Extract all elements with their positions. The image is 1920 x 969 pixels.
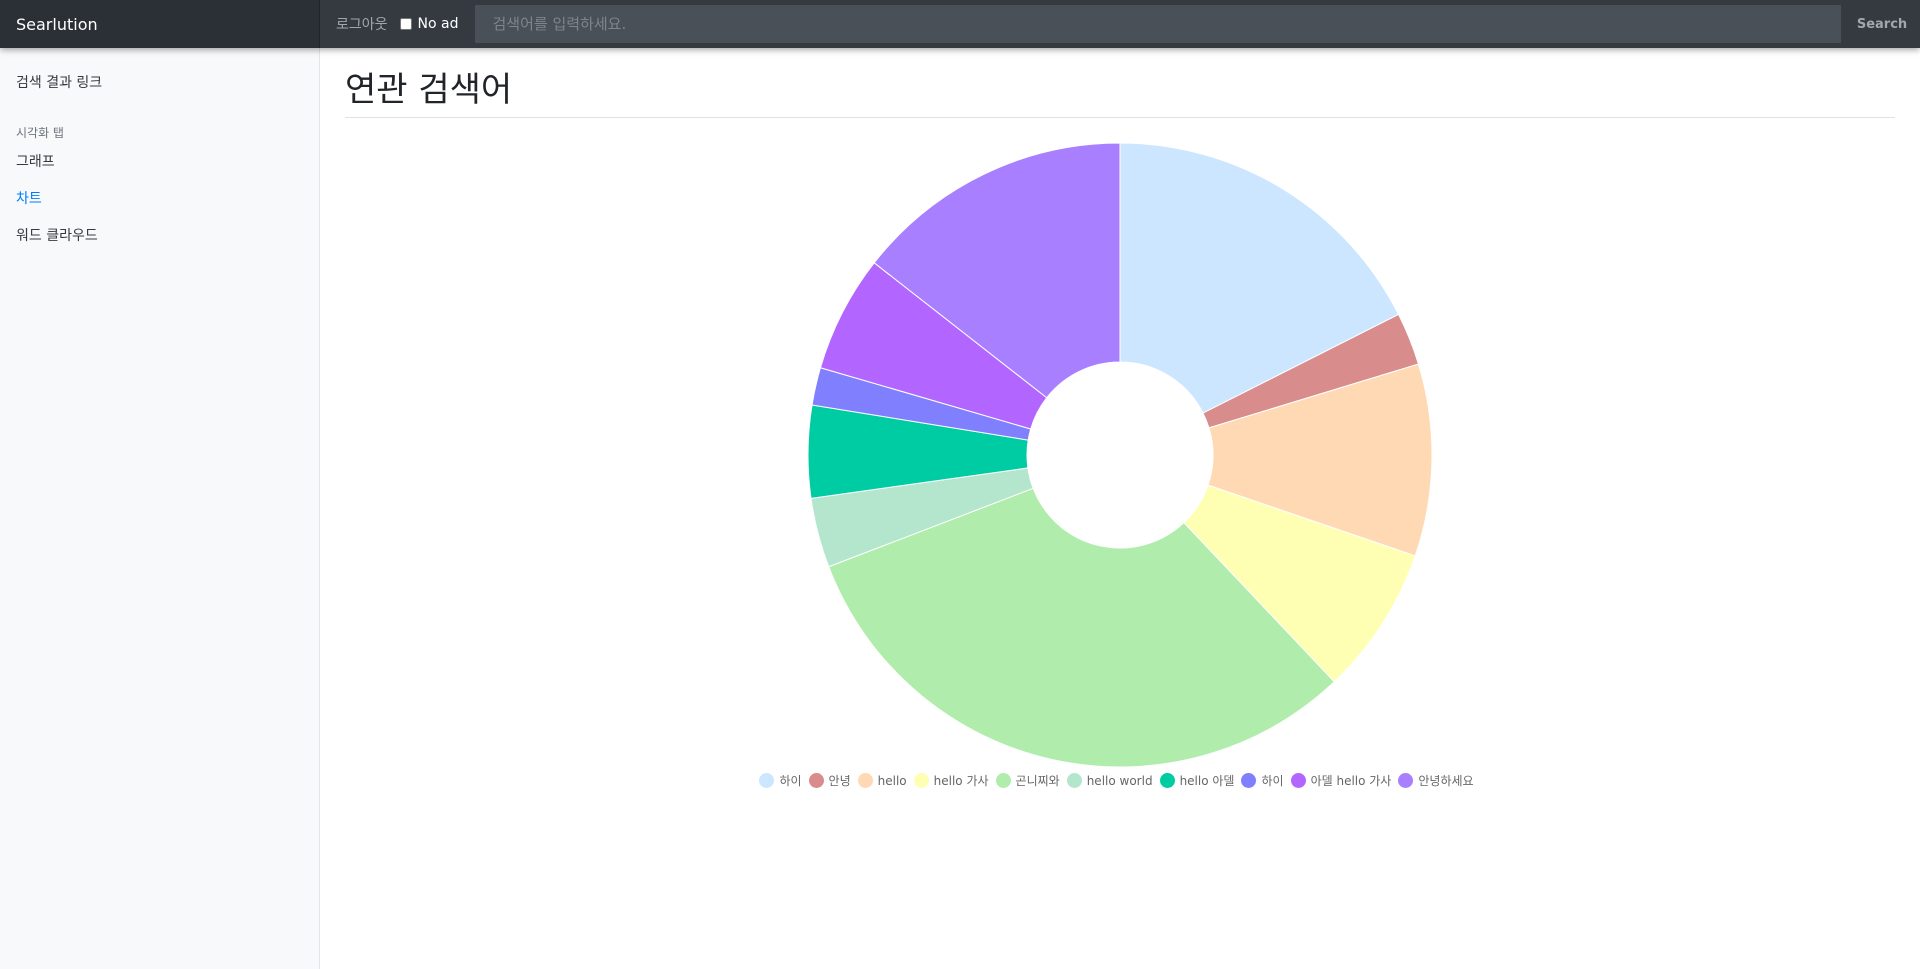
legend-item-2[interactable]: 안녕 bbox=[808, 772, 851, 789]
legend-label: hello 가사 bbox=[933, 774, 989, 788]
legend-swatch bbox=[759, 773, 775, 788]
legend-label: 하이 bbox=[779, 774, 802, 788]
top-navbar: Searlution 로그아웃 No ad Search bbox=[0, 0, 1920, 48]
legend-label: hello bbox=[877, 773, 907, 788]
legend-swatch bbox=[995, 773, 1011, 788]
legend-label: 안녕 bbox=[828, 774, 851, 788]
logout-link[interactable]: 로그아웃 bbox=[336, 14, 388, 34]
legend-label: 곤니찌와 bbox=[1015, 774, 1060, 788]
doughnut-chart bbox=[807, 142, 1433, 768]
legend-swatch bbox=[857, 773, 873, 788]
brand-logo[interactable]: Searlution bbox=[0, 0, 320, 48]
legend-item-7[interactable]: hello 아델 bbox=[1159, 772, 1235, 789]
search-button[interactable]: Search bbox=[1844, 0, 1920, 48]
sidebar-heading-visualization: 시각화 탭 bbox=[16, 126, 64, 140]
legend-item-8[interactable]: 하이 bbox=[1241, 772, 1284, 789]
legend-item-4[interactable]: hello 가사 bbox=[913, 772, 989, 789]
search-input[interactable] bbox=[474, 5, 1841, 43]
legend-item-6[interactable]: hello world bbox=[1066, 773, 1153, 788]
legend-swatch bbox=[1241, 773, 1257, 788]
legend-label: 아델 hello 가사 bbox=[1310, 774, 1392, 788]
sidebar: 검색 결과 링크 시각화 탭 그래프 차트 워드 클라우드 bbox=[0, 48, 320, 969]
legend-item-3[interactable]: hello bbox=[857, 773, 907, 788]
sidebar-item-chart[interactable]: 차트 bbox=[16, 188, 42, 208]
legend-swatch bbox=[913, 773, 929, 788]
sidebar-item-graph[interactable]: 그래프 bbox=[16, 151, 55, 171]
sidebar-item-word-cloud[interactable]: 워드 클라우드 bbox=[16, 225, 98, 245]
sidebar-item-search-results[interactable]: 검색 결과 링크 bbox=[16, 72, 102, 92]
legend-label: hello world bbox=[1086, 773, 1153, 788]
legend-item-10[interactable]: 안녕하세요 bbox=[1398, 772, 1474, 789]
legend-swatch bbox=[1159, 773, 1175, 788]
legend-item-5[interactable]: 곤니찌와 bbox=[995, 772, 1060, 789]
no-ad-toggle[interactable]: No ad bbox=[399, 16, 459, 32]
legend-swatch bbox=[1398, 773, 1414, 788]
legend-swatch bbox=[1066, 773, 1082, 788]
legend-label: hello 아델 bbox=[1179, 774, 1235, 788]
legend-swatch bbox=[808, 773, 824, 788]
no-ad-checkbox[interactable] bbox=[399, 18, 412, 30]
chart-legend: 하이 안녕 hello hello 가사 곤니찌와 hello world hello 아델… bbox=[345, 772, 1895, 789]
legend-swatch bbox=[1290, 773, 1306, 788]
legend-label: 하이 bbox=[1261, 774, 1284, 788]
legend-label: 안녕하세요 bbox=[1418, 774, 1474, 788]
no-ad-label: No ad bbox=[417, 16, 459, 32]
legend-item-1[interactable]: 하이 bbox=[759, 772, 802, 789]
legend-item-9[interactable]: 아델 hello 가사 bbox=[1290, 772, 1392, 789]
